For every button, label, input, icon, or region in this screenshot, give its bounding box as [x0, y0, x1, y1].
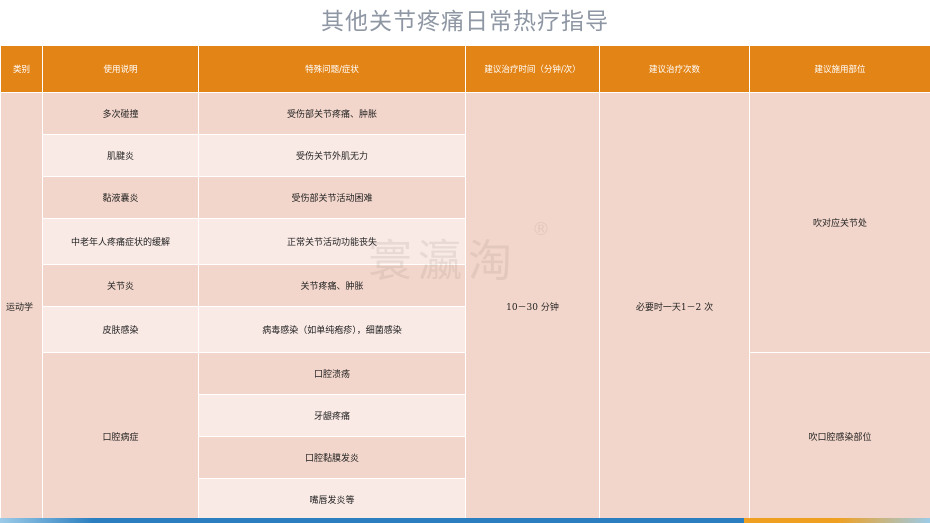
category-cell: 运动学	[0, 92, 43, 521]
usage-cell: 多次碰撞	[42, 92, 199, 135]
usage-cell: 中老年人疼痛症状的缓解	[42, 218, 199, 265]
symptom-cell: 正常关节活动功能丧失	[198, 218, 466, 265]
symptom-cell: 受伤部关节活动困难	[198, 176, 466, 219]
usage-cell: 肌腱炎	[42, 134, 199, 177]
footer-bar	[0, 518, 930, 523]
symptom-cell: 嘴唇发炎等	[198, 478, 466, 521]
header-symptom: 特殊问题/症状	[198, 45, 466, 93]
symptom-cell: 受伤关节外肌无力	[198, 134, 466, 177]
header-usage: 使用说明	[42, 45, 199, 93]
therapy-table: 类别 使用说明 特殊问题/症状 建议治疗时间（分钟/次） 建议治疗次数 建议施用…	[0, 45, 930, 521]
table-row: 运动学 多次碰撞 受伤部关节疼痛、肿胀 10－30 分钟 必要时一天1－2 次 …	[0, 92, 930, 521]
usage-cell: 皮肤感染	[42, 306, 199, 353]
page-title: 其他关节疼痛日常热疗指导	[321, 9, 609, 35]
symptom-cell: 牙龈疼痛	[198, 394, 466, 437]
frequency-cell: 必要时一天1－2 次	[599, 92, 750, 521]
header-duration: 建议治疗时间（分钟/次）	[465, 45, 600, 93]
symptom-cell: 口腔黏膜发炎	[198, 436, 466, 479]
site-joint-cell: 吹对应关节处	[749, 92, 930, 353]
symptom-cell: 关节疼痛、肿胀	[198, 264, 466, 307]
header-frequency: 建议治疗次数	[599, 45, 750, 93]
usage-cell: 黏液囊炎	[42, 176, 199, 219]
usage-cell-oral: 口腔病症	[42, 352, 199, 521]
header-category: 类别	[0, 45, 43, 93]
duration-cell: 10－30 分钟	[465, 92, 600, 521]
table-row: 口腔病症 口腔溃疡 吹口腔感染部位	[1, 352, 930, 521]
symptom-cell: 口腔溃疡	[198, 352, 466, 395]
symptom-cell: 病毒感染（如单纯疱疹），细菌感染	[198, 306, 466, 353]
table-header-row: 类别 使用说明 特殊问题/症状 建议治疗时间（分钟/次） 建议治疗次数 建议施用…	[0, 45, 930, 93]
site-oral-cell: 吹口腔感染部位	[749, 352, 930, 521]
header-site: 建议施用部位	[749, 45, 930, 93]
usage-cell: 关节炎	[42, 264, 199, 307]
symptom-cell: 受伤部关节疼痛、肿胀	[198, 92, 466, 135]
